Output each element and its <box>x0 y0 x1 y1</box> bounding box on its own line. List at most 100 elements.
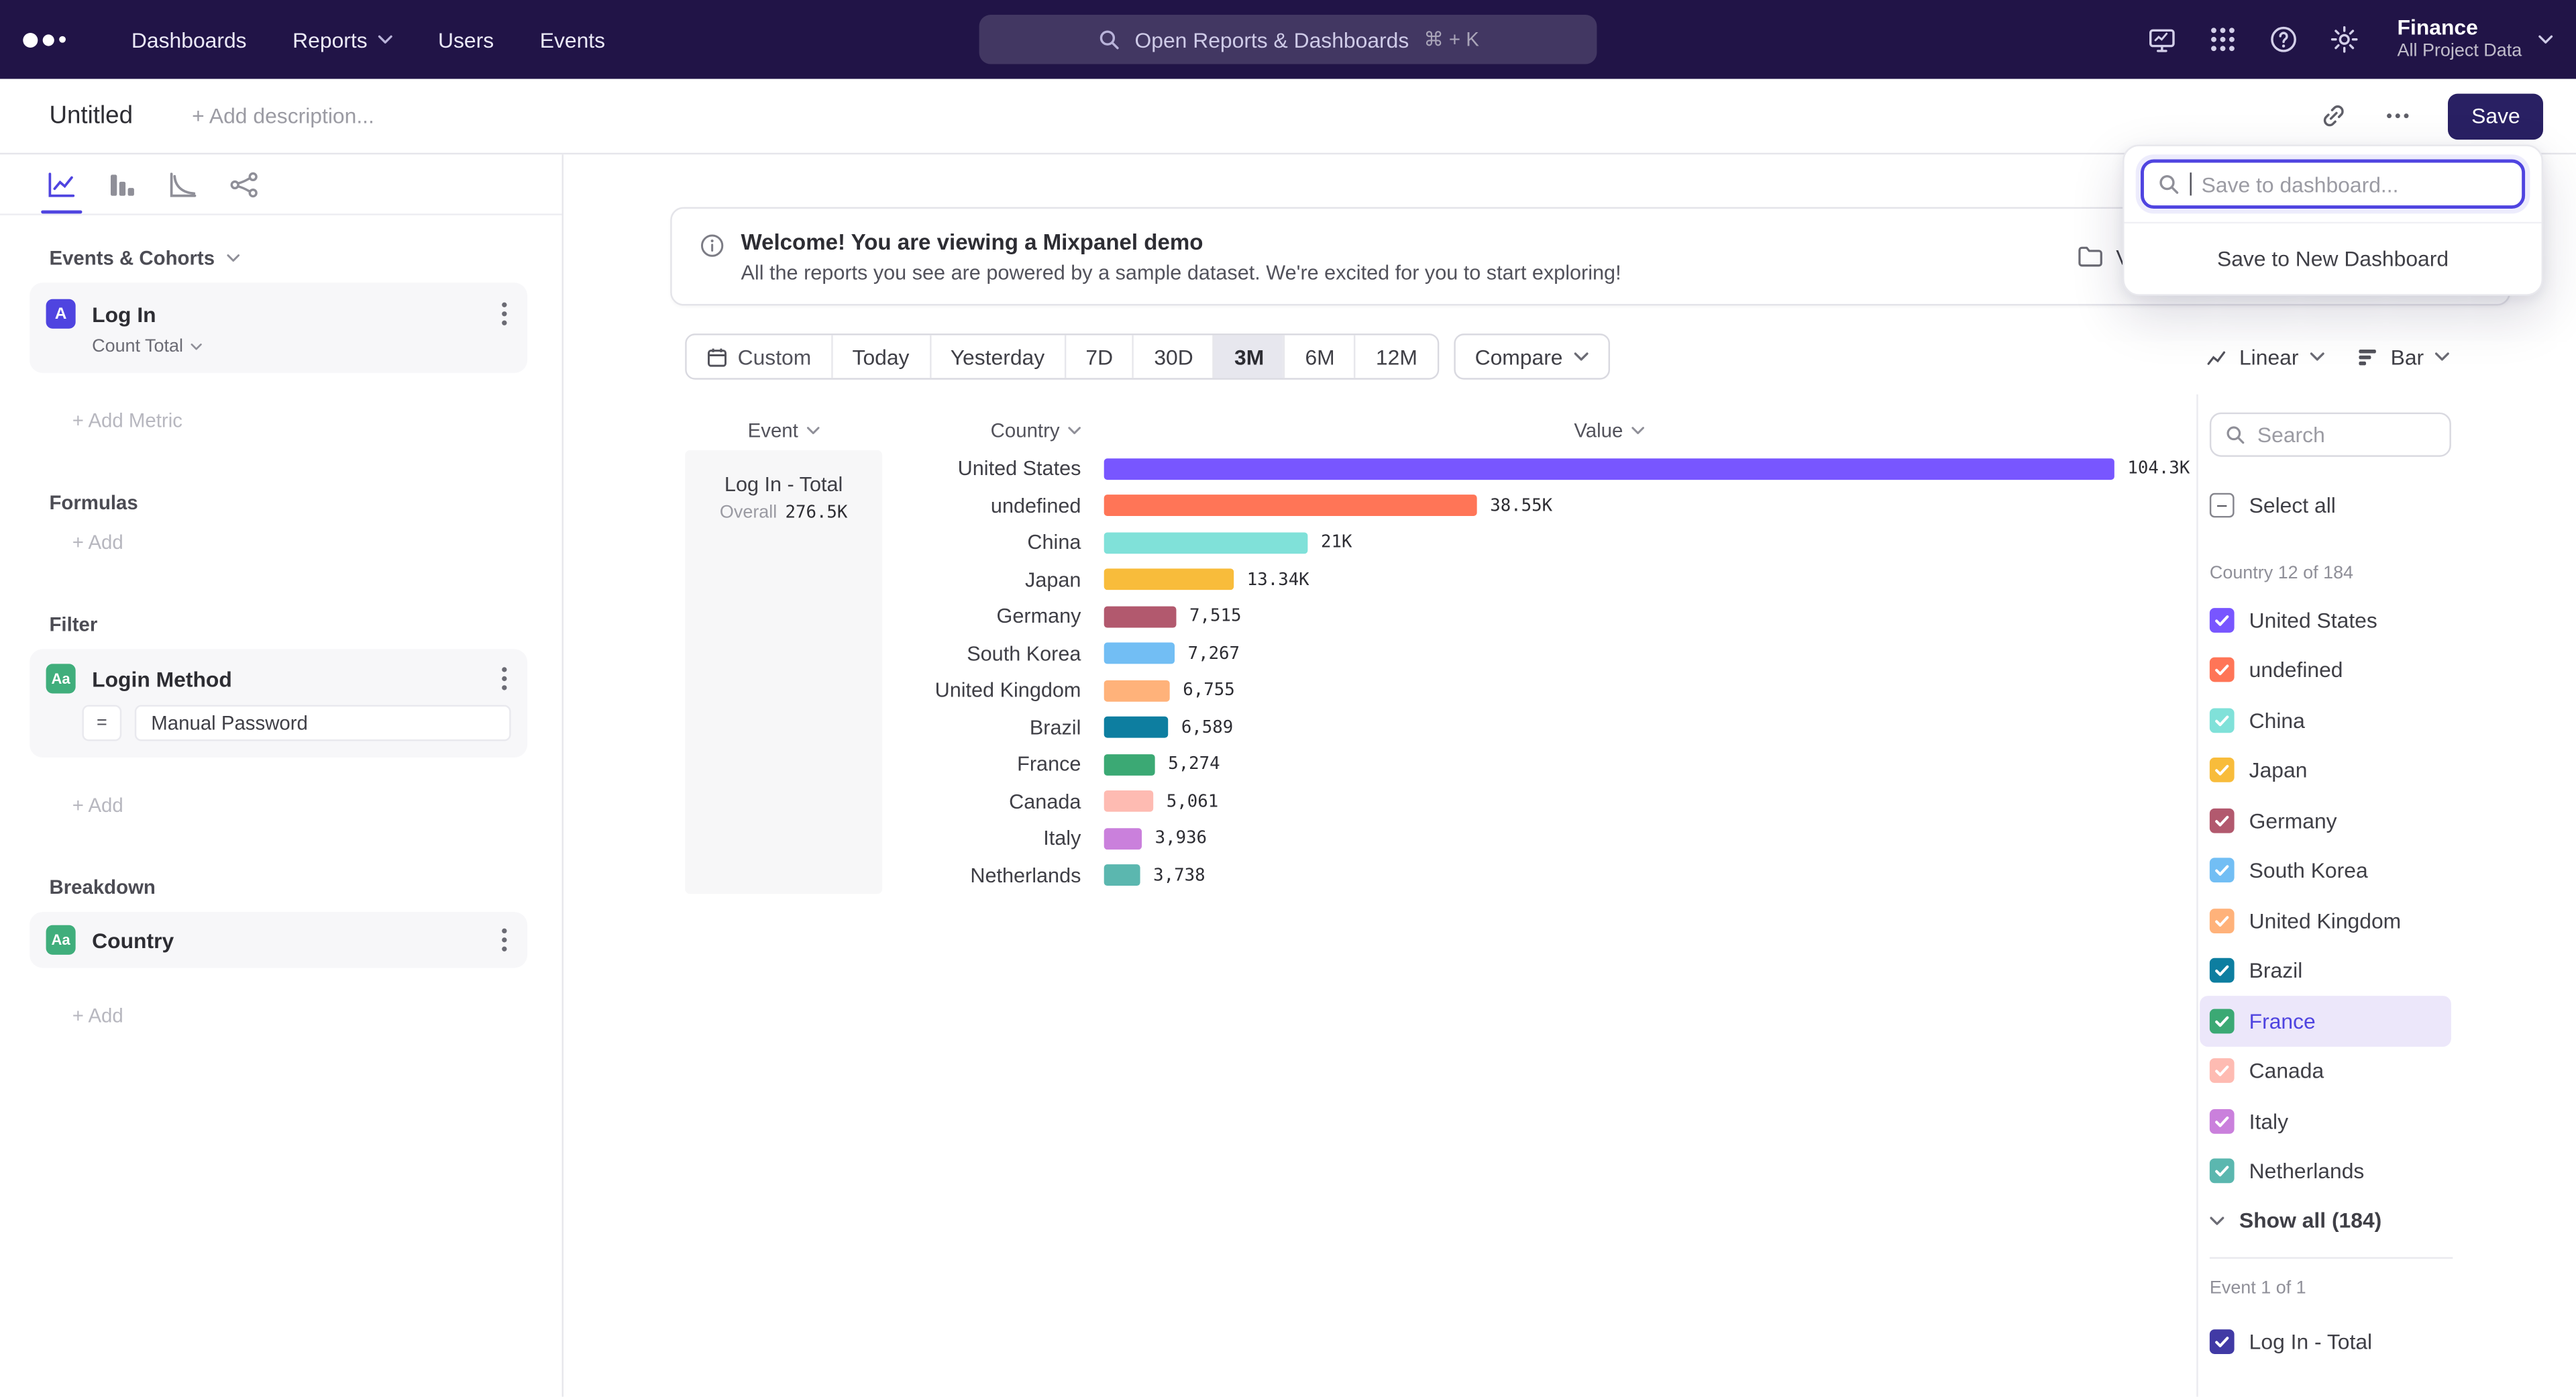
checked-checkbox[interactable] <box>2210 909 2235 933</box>
checked-checkbox[interactable] <box>2210 708 2235 733</box>
bar[interactable] <box>1104 495 1477 517</box>
country-filter-china[interactable]: China <box>2200 695 2451 745</box>
nav-item-events[interactable]: Events <box>517 0 628 79</box>
country-filter-united-states[interactable]: United States <box>2200 595 2451 645</box>
search-icon <box>1097 28 1120 51</box>
bar[interactable] <box>1104 606 1177 627</box>
country-filter-italy[interactable]: Italy <box>2200 1096 2451 1146</box>
event-card-log-in[interactable]: A Log In Count Total <box>30 282 527 373</box>
checked-checkbox[interactable] <box>2210 808 2235 833</box>
nav-item-users[interactable]: Users <box>415 0 517 79</box>
bar[interactable] <box>1104 791 1153 813</box>
report-title[interactable]: Untitled <box>49 102 133 130</box>
date-range-today[interactable]: Today <box>831 335 929 378</box>
settings-gear-icon[interactable] <box>2330 25 2359 54</box>
country-column-header[interactable]: Country <box>882 419 1081 442</box>
add-filter-button[interactable]: + Add <box>72 794 562 817</box>
filter-operator[interactable]: = <box>82 705 121 741</box>
save-dashboard-search-input[interactable]: Save to dashboard... <box>2141 160 2525 209</box>
add-formula-button[interactable]: + Add <box>72 531 562 554</box>
checked-checkbox[interactable] <box>2210 608 2235 633</box>
panel-divider <box>2210 1257 2453 1258</box>
filter-card-login-method[interactable]: Aa Login Method = Manual Password <box>30 649 527 758</box>
date-range-3m[interactable]: 3M <box>1213 335 1283 378</box>
funnels-tab-icon[interactable] <box>107 154 138 213</box>
checked-checkbox[interactable] <box>2210 658 2235 682</box>
date-range-12m[interactable]: 12M <box>1354 335 1437 378</box>
project-switcher[interactable]: Finance All Project Data <box>2398 17 2553 62</box>
report-actions: Save <box>2320 93 2543 139</box>
checked-checkbox[interactable] <box>2210 1008 2235 1033</box>
show-all-toggle[interactable]: Show all (184) <box>2210 1208 2381 1233</box>
bar[interactable] <box>1104 717 1169 738</box>
nav-item-dashboards[interactable]: Dashboards <box>109 0 270 79</box>
country-filter-japan[interactable]: Japan <box>2200 745 2451 796</box>
event-column-header[interactable]: Event <box>685 419 882 442</box>
bar[interactable] <box>1104 865 1140 886</box>
breakdown-card-country[interactable]: Aa Country <box>30 912 527 968</box>
country-filter-germany[interactable]: Germany <box>2200 795 2451 845</box>
country-filter-brazil[interactable]: Brazil <box>2200 945 2451 996</box>
chart-type-selector[interactable]: Bar <box>2358 344 2451 369</box>
checked-checkbox[interactable] <box>2210 1159 2235 1184</box>
date-range-6m[interactable]: 6M <box>1284 335 1354 378</box>
compare-button[interactable]: Compare <box>1454 333 1611 380</box>
retention-tab-icon[interactable] <box>168 154 199 213</box>
date-range-label: 30D <box>1154 344 1193 369</box>
bar[interactable] <box>1104 532 1308 554</box>
date-range-custom[interactable]: Custom <box>687 335 831 378</box>
mixpanel-logo[interactable] <box>23 32 66 47</box>
country-filter-canada[interactable]: Canada <box>2200 1046 2451 1096</box>
add-breakdown-button[interactable]: + Add <box>72 1004 562 1027</box>
event-filter-log-in---total[interactable]: Log In - Total <box>2200 1316 2451 1367</box>
country-filter-south-korea[interactable]: South Korea <box>2200 845 2451 896</box>
save-to-new-dashboard-button[interactable]: Save to New Dashboard <box>2125 222 2542 295</box>
monitor-icon[interactable] <box>2147 25 2177 54</box>
flows-tab-icon[interactable] <box>228 154 260 213</box>
value-column-header[interactable]: Value <box>1104 419 2114 442</box>
checked-checkbox[interactable] <box>2210 758 2235 783</box>
country-filter-united-kingdom[interactable]: United Kingdom <box>2200 896 2451 946</box>
bar[interactable] <box>1104 828 1142 849</box>
checked-checkbox[interactable] <box>2210 858 2235 883</box>
add-description-field[interactable]: + Add description... <box>192 103 374 128</box>
country-filter-undefined[interactable]: undefined <box>2200 645 2451 695</box>
country-filter-france[interactable]: France <box>2200 996 2451 1046</box>
bar[interactable] <box>1104 643 1175 664</box>
bar[interactable] <box>1104 458 2114 480</box>
filter-value[interactable]: Manual Password <box>135 705 511 741</box>
bar[interactable] <box>1104 569 1234 590</box>
event-summary-cell[interactable]: Log In - Total Overall 276.5K <box>685 450 882 894</box>
scale-selector[interactable]: Linear <box>2206 344 2325 369</box>
indeterminate-checkbox[interactable]: − <box>2210 493 2235 518</box>
more-options-icon[interactable] <box>2384 102 2412 130</box>
global-search[interactable]: Open Reports & Dashboards ⌘ + K <box>979 15 1597 64</box>
date-range-7d[interactable]: 7D <box>1065 335 1133 378</box>
select-all-toggle[interactable]: − Select all <box>2210 493 2336 518</box>
nav-item-reports[interactable]: Reports <box>270 0 415 79</box>
checked-checkbox[interactable] <box>2210 958 2235 983</box>
checked-checkbox[interactable] <box>2210 1329 2235 1354</box>
series-name: Log In - Total <box>685 473 882 496</box>
add-metric-button[interactable]: + Add Metric <box>72 409 562 432</box>
bar[interactable] <box>1104 754 1155 775</box>
segment-search-input[interactable]: Search <box>2210 413 2451 457</box>
kebab-menu-icon[interactable] <box>498 927 511 953</box>
share-link-icon[interactable] <box>2320 102 2349 130</box>
checked-checkbox[interactable] <box>2210 1059 2235 1084</box>
kebab-menu-icon[interactable] <box>498 301 511 327</box>
date-range-yesterday[interactable]: Yesterday <box>929 335 1065 378</box>
aggregation-selector[interactable]: Count Total <box>92 337 511 356</box>
events-cohorts-header[interactable]: Events & Cohorts <box>49 246 527 269</box>
checked-checkbox[interactable] <box>2210 1108 2235 1133</box>
bar[interactable] <box>1104 680 1170 701</box>
kebab-menu-icon[interactable] <box>498 666 511 692</box>
save-button[interactable]: Save <box>2449 93 2543 139</box>
scale-label: Linear <box>2239 344 2299 369</box>
apps-grid-icon[interactable] <box>2208 25 2238 54</box>
bar-value-label: 38.55K <box>1490 496 1552 515</box>
insights-tab-icon[interactable] <box>46 154 78 213</box>
help-icon[interactable] <box>2269 25 2299 54</box>
date-range-30d[interactable]: 30D <box>1132 335 1213 378</box>
country-filter-netherlands[interactable]: Netherlands <box>2200 1146 2451 1196</box>
